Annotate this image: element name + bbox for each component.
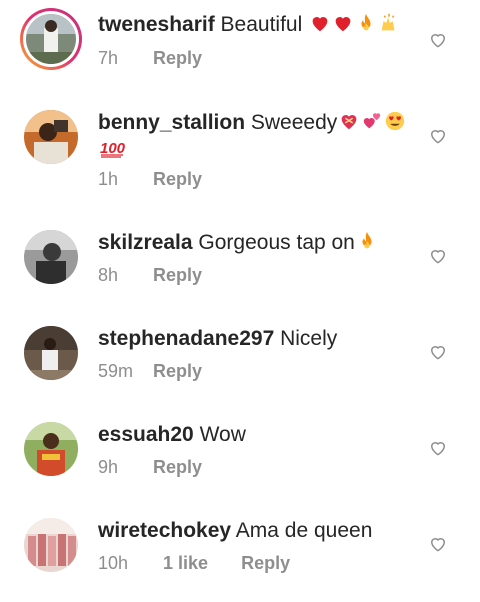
comment-body: Beautiful [220,13,303,36]
comment-text: essuah20 Wow [98,422,418,448]
like-button[interactable] [428,246,448,266]
comment-time: 59m [98,361,134,381]
reply-button[interactable]: Reply [153,360,202,382]
comment-meta: 1h Reply [98,168,202,190]
comment-meta: 9h Reply [98,456,202,478]
comment-body: Nicely [280,327,338,350]
avatar-benny_stallion[interactable] [24,110,78,164]
heart-eyes-icon [384,110,406,132]
hundred-points-icon: 100 [99,136,125,158]
comment-text: wiretechokey Ama de queen [98,518,418,544]
comment-text: benny_stallion Sweeedy 100 [98,110,418,162]
heart-outline-icon [431,538,445,552]
two-hearts-icon [361,110,383,132]
comment-meta: 7h Reply [98,47,202,69]
comment-username[interactable]: wiretechokey [98,519,231,542]
reply-button[interactable]: Reply [153,168,202,190]
comment-item: benny_stallion Sweeedy 100 1h Reply [0,100,480,200]
comment-time: 10h [98,553,129,573]
comment-item: stephenadane297 Nicely 59m Reply [0,316,480,406]
reply-button[interactable]: Reply [153,264,202,286]
comment-username[interactable]: essuah20 [98,423,194,446]
comments-list: twenesharif Beautiful 7h Reply benny_sta… [0,0,480,602]
like-button[interactable] [428,438,448,458]
avatar-image [24,326,78,380]
comment-meta: 8h Reply [98,264,202,286]
comment-item: twenesharif Beautiful 7h Reply [0,0,480,90]
like-button[interactable] [428,126,448,146]
heart-outline-icon [431,130,445,144]
comment-username[interactable]: skilzreala [98,231,193,254]
fire-icon [356,230,378,252]
comment-time: 9h [98,457,119,477]
comment-text: twenesharif Beautiful [98,12,418,38]
comment-username[interactable]: stephenadane297 [98,327,274,350]
comment-meta: 59m Reply [98,360,202,382]
comment-body: Ama de queen [235,519,373,542]
comment-item: essuah20 Wow 9h Reply [0,412,480,502]
comment-time: 1h [98,169,119,189]
avatar-wiretechokey[interactable] [24,518,78,572]
comment-time: 7h [98,48,119,68]
reply-button[interactable]: Reply [153,47,202,69]
avatar-image [26,14,76,64]
avatar-image [24,110,78,164]
comment-body: Sweeedy [250,111,338,134]
raising-hands-icon [378,12,400,34]
reply-button[interactable]: Reply [241,552,290,574]
red-heart-icon [332,12,354,34]
comment-text: skilzreala Gorgeous tap on [98,230,418,256]
avatar-twenesharif[interactable] [20,8,82,70]
heart-outline-icon [431,250,445,264]
heart-outline-icon [431,346,445,360]
comment-username[interactable]: twenesharif [98,13,215,36]
comment-time: 8h [98,265,119,285]
like-button[interactable] [428,342,448,362]
comment-item: wiretechokey Ama de queen 10h 1 like Rep… [0,508,480,598]
red-heart-icon [309,12,331,34]
avatar-image [24,230,78,284]
avatar-stephenadane297[interactable] [24,326,78,380]
fire-icon [355,12,377,34]
avatar-image [24,422,78,476]
avatar-image [24,518,78,572]
comment-meta: 10h 1 like Reply [98,552,290,574]
heart-outline-icon [431,34,445,48]
like-count[interactable]: 1 like [163,552,208,574]
heart-outline-icon [431,442,445,456]
avatar-essuah20[interactable] [24,422,78,476]
comment-item: skilzreala Gorgeous tap on 8h Reply [0,220,480,310]
comment-body: Wow [199,423,246,446]
comment-text: stephenadane297 Nicely [98,326,418,352]
like-button[interactable] [428,30,448,50]
like-button[interactable] [428,534,448,554]
avatar-skilzreala[interactable] [24,230,78,284]
reply-button[interactable]: Reply [153,456,202,478]
comment-body: Gorgeous tap on [198,231,355,254]
heart-with-ribbon-icon [338,110,360,132]
comment-username[interactable]: benny_stallion [98,111,245,134]
